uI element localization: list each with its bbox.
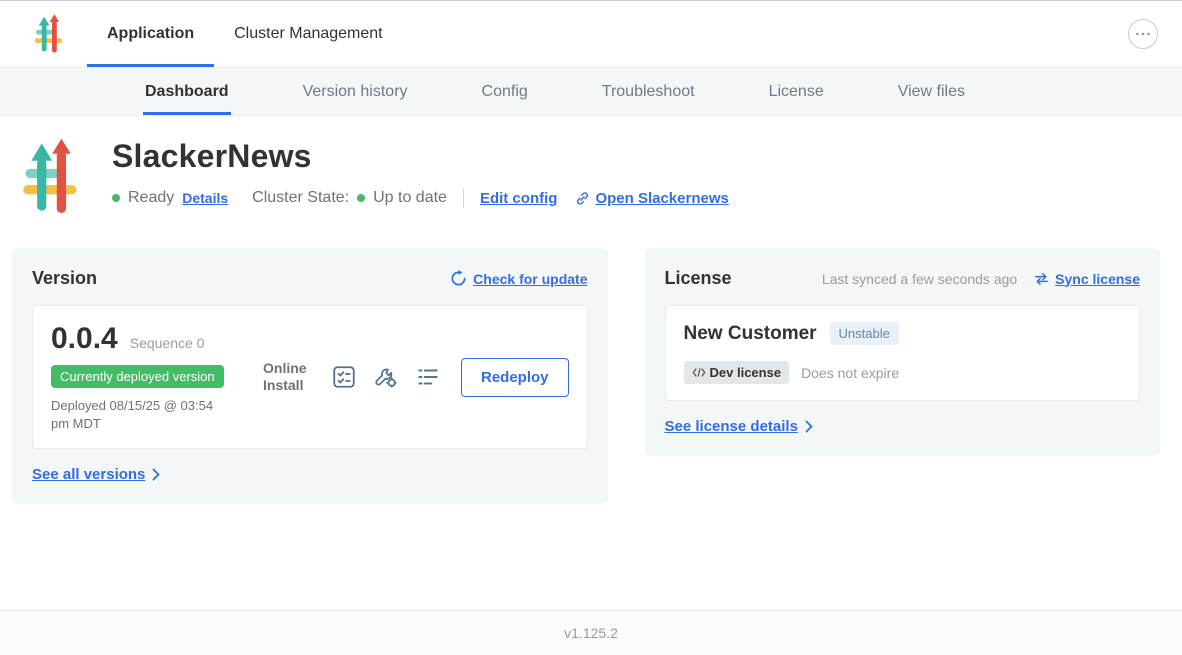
sequence-label: Sequence 0 bbox=[130, 335, 205, 351]
code-icon bbox=[692, 368, 706, 377]
preflight-checks-icon[interactable] bbox=[331, 364, 357, 390]
sync-icon bbox=[1033, 272, 1050, 286]
more-menu-button[interactable] bbox=[1128, 19, 1158, 49]
license-card-header: License Last synced a few seconds ago Sy… bbox=[665, 268, 1140, 289]
deployed-timestamp: Deployed 08/15/25 @ 03:54 pm MDT bbox=[51, 397, 229, 432]
version-number: 0.0.4 bbox=[51, 322, 118, 356]
current-version-panel: 0.0.4 Sequence 0 Currently deployed vers… bbox=[32, 305, 588, 449]
cluster-state-dot bbox=[357, 194, 365, 202]
license-panel: New Customer Unstable Dev license Does n… bbox=[665, 305, 1140, 401]
chain-link-icon bbox=[575, 191, 590, 206]
redeploy-button[interactable]: Redeploy bbox=[461, 358, 569, 397]
license-type-badge: Dev license bbox=[684, 361, 790, 384]
cluster-state-label: Cluster State: bbox=[252, 189, 349, 207]
config-wrench-icon[interactable] bbox=[373, 364, 399, 390]
app-logo-icon bbox=[34, 13, 64, 55]
see-all-versions-link[interactable]: See all versions bbox=[32, 466, 160, 483]
subnav-item-troubleshoot[interactable]: Troubleshoot bbox=[602, 68, 695, 115]
dashboard-cards: Version Check for update 0.0.4 Sequence … bbox=[0, 248, 1182, 504]
subnav-item-view-files[interactable]: View files bbox=[898, 68, 965, 115]
chevron-right-icon bbox=[805, 420, 813, 433]
see-all-versions-label: See all versions bbox=[32, 466, 145, 483]
channel-badge: Unstable bbox=[830, 322, 899, 345]
refresh-icon bbox=[450, 270, 467, 287]
check-for-update-label: Check for update bbox=[473, 271, 587, 287]
top-navbar: Application Cluster Management bbox=[0, 1, 1182, 68]
version-card-title: Version bbox=[32, 268, 97, 289]
subnav-item-version-history[interactable]: Version history bbox=[303, 68, 408, 115]
sync-license-label: Sync license bbox=[1055, 271, 1140, 287]
sync-license-link[interactable]: Sync license bbox=[1033, 271, 1140, 287]
console-version-label: v1.125.2 bbox=[564, 625, 618, 641]
vertical-divider bbox=[463, 188, 464, 208]
ellipsis-icon bbox=[1135, 32, 1151, 36]
last-synced-label: Last synced a few seconds ago bbox=[822, 271, 1017, 287]
expiration-label: Does not expire bbox=[801, 365, 899, 381]
version-card-header: Version Check for update bbox=[32, 268, 588, 289]
version-details: 0.0.4 Sequence 0 Currently deployed vers… bbox=[51, 322, 263, 432]
app-header: SlackerNews Ready Details Cluster State:… bbox=[0, 116, 1182, 216]
deploy-logs-icon[interactable] bbox=[415, 364, 441, 390]
install-type-label: Online Install bbox=[263, 360, 315, 395]
license-card: License Last synced a few seconds ago Sy… bbox=[645, 248, 1160, 456]
subnav-item-config[interactable]: Config bbox=[482, 68, 528, 115]
deployed-status-badge: Currently deployed version bbox=[51, 365, 224, 388]
cluster-state-value: Up to date bbox=[373, 189, 447, 207]
license-card-title: License bbox=[665, 268, 732, 289]
edit-config-link[interactable]: Edit config bbox=[480, 190, 558, 207]
version-card: Version Check for update 0.0.4 Sequence … bbox=[12, 248, 608, 504]
subnav-item-dashboard[interactable]: Dashboard bbox=[145, 68, 229, 115]
ready-status-dot bbox=[112, 194, 120, 202]
page-title: SlackerNews bbox=[112, 138, 729, 175]
details-link[interactable]: Details bbox=[182, 190, 228, 206]
main-content: SlackerNews Ready Details Cluster State:… bbox=[0, 116, 1182, 610]
version-action-icons bbox=[331, 364, 441, 390]
chevron-right-icon bbox=[152, 468, 160, 481]
subnav-item-license[interactable]: License bbox=[769, 68, 824, 115]
see-license-details-link[interactable]: See license details bbox=[665, 418, 813, 435]
top-tabs: Application Cluster Management bbox=[87, 1, 403, 67]
open-app-link[interactable]: Open Slackernews bbox=[575, 190, 728, 207]
ready-status-label: Ready bbox=[128, 189, 174, 207]
license-type-label: Dev license bbox=[710, 365, 782, 380]
open-app-link-label: Open Slackernews bbox=[595, 190, 728, 207]
app-icon-large bbox=[22, 138, 80, 216]
tab-cluster-management[interactable]: Cluster Management bbox=[214, 1, 403, 67]
tab-application[interactable]: Application bbox=[87, 1, 214, 67]
app-subnav: Dashboard Version history Config Trouble… bbox=[0, 68, 1182, 116]
see-license-details-label: See license details bbox=[665, 418, 798, 435]
check-for-update-link[interactable]: Check for update bbox=[450, 270, 587, 287]
footer: v1.125.2 bbox=[0, 610, 1182, 655]
app-info: SlackerNews Ready Details Cluster State:… bbox=[112, 138, 729, 216]
customer-name: New Customer bbox=[684, 323, 817, 345]
app-status-row: Ready Details Cluster State: Up to date … bbox=[112, 188, 729, 208]
